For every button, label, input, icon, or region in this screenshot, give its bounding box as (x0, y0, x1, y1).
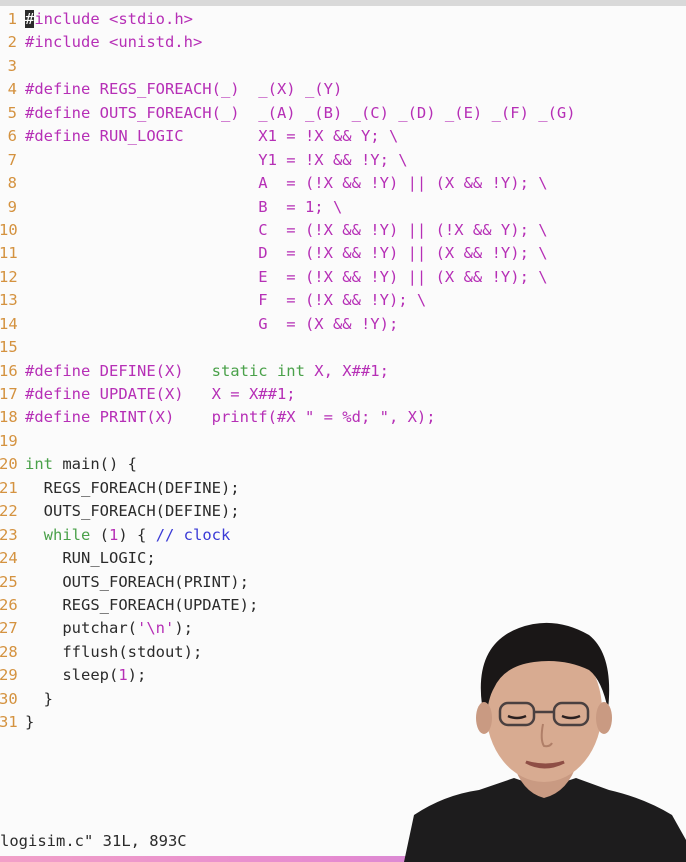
line-text: #define RUN_LOGIC X1 = !X && Y; \ (25, 127, 399, 146)
line-text: OUTS_FOREACH(PRINT); (25, 572, 249, 591)
line-text: #include <stdio.h> (25, 10, 193, 28)
code-line[interactable]: 1 #include <stdio.h> (0, 8, 686, 31)
line-text: OUTS_FOREACH(DEFINE); (25, 502, 240, 521)
code-line[interactable]: 2 #include <unistd.h> (0, 31, 686, 54)
code-line[interactable]: 7 Y1 = !X && !Y; \ (0, 149, 686, 172)
code-line[interactable]: 20 int main() { (0, 453, 686, 476)
line-text: fflush(stdout); (25, 642, 203, 661)
line-text: sleep(1); (25, 666, 147, 685)
line-number: 15 (0, 338, 18, 357)
line-number: 1 (7, 10, 17, 28)
line-number: 24 (0, 549, 18, 568)
line-text: REGS_FOREACH(UPDATE); (25, 595, 259, 614)
code-line[interactable]: 3 (0, 55, 686, 78)
code-line[interactable]: 6 #define RUN_LOGIC X1 = !X && Y; \ (0, 125, 686, 148)
code-line[interactable]: 21 REGS_FOREACH(DEFINE); (0, 477, 686, 500)
line-number: 22 (0, 502, 18, 521)
line-number: 10 (0, 220, 18, 239)
code-line[interactable]: 16 #define DEFINE(X) static int X, X##1; (0, 360, 686, 383)
line-number: 11 (0, 244, 18, 263)
code-line[interactable]: 17 #define UPDATE(X) X = X##1; (0, 383, 686, 406)
line-text: #define UPDATE(X) X = X##1; (25, 385, 296, 403)
line-text: #define DEFINE(X) static int X, X##1; (25, 361, 389, 380)
line-text: G = (X && !Y); (25, 314, 399, 333)
line-text: F = (!X && !Y); \ (25, 291, 427, 310)
line-text: C = (!X && !Y) || (!X && Y); \ (25, 220, 548, 239)
line-text: RUN_LOGIC; (25, 549, 156, 568)
line-number: 6 (7, 127, 17, 146)
code-line[interactable]: 18 #define PRINT(X) printf(#X " = %d; ", … (0, 406, 686, 429)
code-line[interactable]: 23 while (1) { // clock (0, 524, 686, 547)
line-number: 9 (7, 197, 17, 216)
line-number: 14 (0, 314, 18, 333)
line-number: 16 (0, 361, 18, 380)
status-line: logisim.c" 31L, 893C (0, 832, 187, 850)
line-text: D = (!X && !Y) || (X && !Y); \ (25, 244, 548, 263)
window-top-bar (0, 0, 686, 6)
line-number: 5 (7, 103, 17, 122)
code-line[interactable]: 11 D = (!X && !Y) || (X && !Y); \ (0, 242, 686, 265)
line-text: A = (!X && !Y) || (X && !Y); \ (25, 174, 548, 193)
code-line[interactable]: 8 A = (!X && !Y) || (X && !Y); \ (0, 172, 686, 195)
code-line[interactable]: 9 B = 1; \ (0, 196, 686, 219)
code-line[interactable]: 13 F = (!X && !Y); \ (0, 289, 686, 312)
code-line[interactable]: 4 #define REGS_FOREACH(_) _(X) _(Y) (0, 78, 686, 101)
line-text: } (25, 713, 35, 732)
line-text: Y1 = !X && !Y; \ (25, 150, 408, 169)
line-number: 3 (7, 56, 17, 75)
line-number: 31 (0, 713, 18, 732)
line-number: 20 (0, 455, 18, 474)
line-number: 4 (7, 80, 17, 99)
line-number: 27 (0, 619, 18, 638)
line-text: #include <unistd.h> (25, 33, 203, 52)
line-number: 2 (7, 33, 17, 52)
presenter-video (404, 622, 686, 862)
line-text: int main() { (25, 455, 137, 474)
line-number: 8 (7, 174, 17, 193)
line-number: 17 (0, 385, 18, 403)
line-text: E = (!X && !Y) || (X && !Y); \ (25, 267, 548, 286)
line-number: 26 (0, 595, 18, 614)
line-number: 25 (0, 572, 18, 591)
code-line[interactable]: 19 (0, 430, 686, 453)
line-text: } (25, 689, 53, 708)
line-text: putchar('\n'); (25, 619, 193, 638)
line-number: 18 (0, 408, 18, 427)
line-number: 23 (0, 525, 18, 544)
line-text: REGS_FOREACH(DEFINE); (25, 478, 240, 497)
line-number: 7 (7, 150, 17, 169)
line-number: 13 (0, 291, 18, 310)
code-line[interactable]: 15 (0, 336, 686, 359)
code-line[interactable]: 10 C = (!X && !Y) || (!X && Y); \ (0, 219, 686, 242)
line-text: #define REGS_FOREACH(_) _(X) _(Y) (25, 80, 343, 99)
line-number: 21 (0, 478, 18, 497)
code-line[interactable]: 14 G = (X && !Y); (0, 313, 686, 336)
line-text: B = 1; \ (25, 197, 343, 216)
line-text: while (1) { // clock (43, 525, 231, 544)
line-text: #define PRINT(X) printf(#X " = %d; ", X)… (25, 408, 436, 427)
line-number: 28 (0, 642, 18, 661)
code-line[interactable]: 22 OUTS_FOREACH(DEFINE); (0, 500, 686, 523)
line-number: 30 (0, 689, 18, 708)
line-number: 29 (0, 666, 18, 685)
code-line[interactable]: 5 #define OUTS_FOREACH(_) _(A) _(B) _(C) … (0, 102, 686, 125)
line-number: 12 (0, 267, 18, 286)
code-line[interactable]: 25 OUTS_FOREACH(PRINT); (0, 571, 686, 594)
line-number: 19 (0, 431, 18, 450)
code-line[interactable]: 24 RUN_LOGIC; (0, 547, 686, 570)
line-text: #define OUTS_FOREACH(_) _(A) _(B) _(C) _… (25, 103, 576, 122)
code-line[interactable]: 12 E = (!X && !Y) || (X && !Y); \ (0, 266, 686, 289)
webcam-overlay (404, 600, 686, 862)
